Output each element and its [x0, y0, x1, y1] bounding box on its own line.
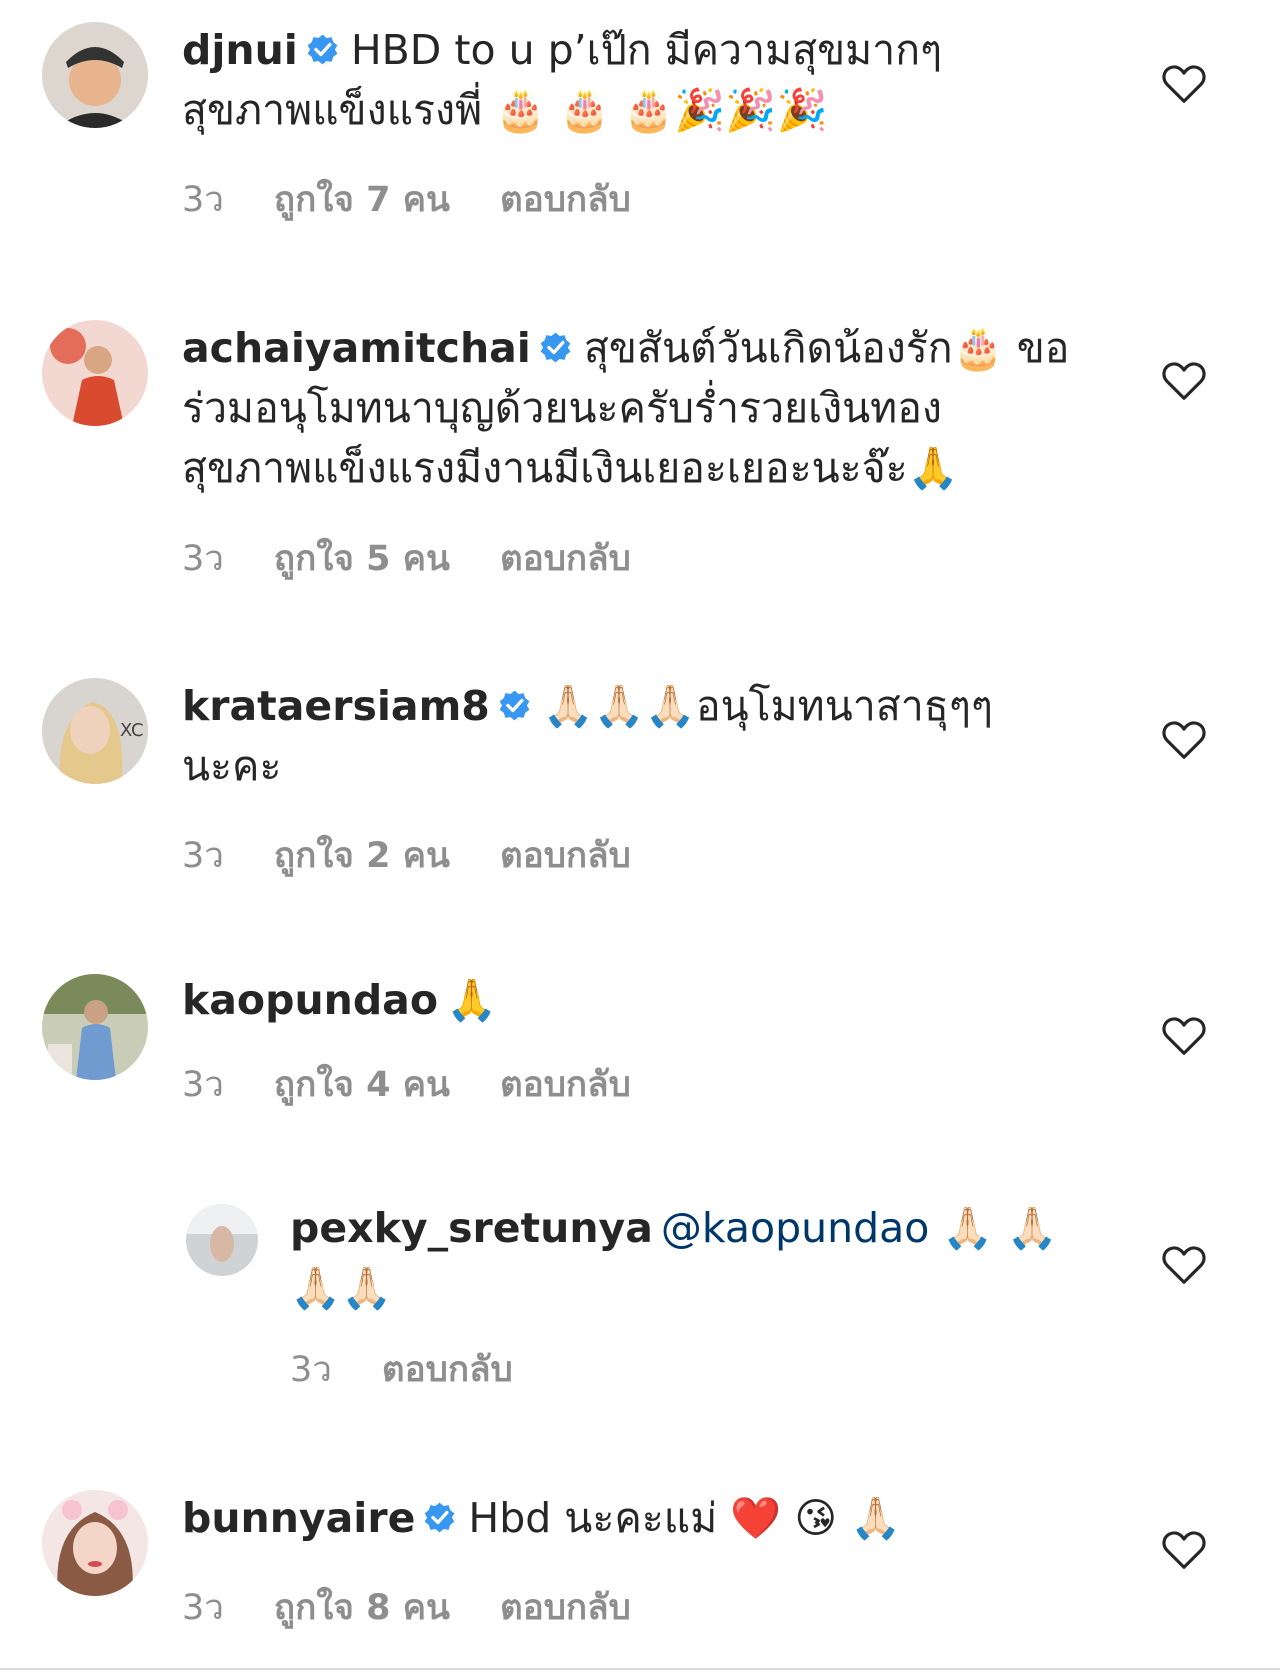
timestamp: 3ว	[182, 180, 224, 220]
heart-outline-icon[interactable]	[1162, 1016, 1206, 1056]
comments-list: djnui HBD to u p’เป๊ก มีความสุขมากๆ สุขภา…	[0, 0, 1280, 1677]
verified-badge-icon	[307, 34, 338, 65]
avatar[interactable]	[42, 320, 148, 426]
comment-text-block: djnui HBD to u p’เป๊ก มีความสุขมากๆ สุขภา…	[182, 20, 1082, 140]
reply-button[interactable]: ตอบกลับ	[500, 539, 631, 579]
reply-button[interactable]: ตอบกลับ	[500, 180, 631, 220]
comment-text-block: krataersiam8 🙏🏻🙏🏻🙏🏻อนุโมทนาสาธุๆๆ นะคะ	[182, 676, 1082, 796]
verified-badge-icon	[499, 690, 530, 721]
username[interactable]: djnui	[182, 26, 298, 74]
comment-text: Hbd นะคะแม่ ❤️ 😘 🙏🏻	[468, 1494, 902, 1542]
timestamp: 3ว	[182, 1065, 224, 1105]
timestamp: 3ว	[290, 1350, 332, 1390]
comment-text: 🙏	[446, 976, 498, 1024]
reply-button[interactable]: ตอบกลับ	[500, 1588, 631, 1628]
mention-link[interactable]: @kaopundao	[661, 1204, 929, 1252]
username[interactable]: pexky_sretunya	[290, 1204, 653, 1252]
comment-text-block: bunnyaire Hbd นะคะแม่ ❤️ 😘 🙏🏻	[182, 1488, 1082, 1548]
avatar[interactable]	[42, 1490, 148, 1596]
avatar[interactable]	[186, 1204, 258, 1276]
heart-outline-icon[interactable]	[1162, 1530, 1206, 1570]
avatar[interactable]	[42, 974, 148, 1080]
comment-meta: 3ว ถูกใจ 2 คน ตอบกลับ	[182, 828, 681, 883]
username[interactable]: bunnyaire	[182, 1494, 415, 1542]
verified-badge-icon	[425, 1502, 455, 1533]
svg-text:XC: XC	[120, 720, 144, 741]
likes-count[interactable]: ถูกใจ 8 คน	[274, 1588, 450, 1628]
avatar[interactable]	[42, 22, 148, 128]
comment-text-block: kaopundao 🙏	[182, 970, 1082, 1030]
likes-count[interactable]: ถูกใจ 4 คน	[274, 1065, 450, 1105]
comment-meta: 3ว ถูกใจ 4 คน ตอบกลับ	[182, 1057, 681, 1112]
timestamp: 3ว	[182, 836, 224, 876]
comment-meta: 3ว ถูกใจ 5 คน ตอบกลับ	[182, 531, 681, 586]
verified-badge-icon	[540, 332, 571, 363]
timestamp: 3ว	[182, 1588, 224, 1628]
reply-button[interactable]: ตอบกลับ	[382, 1350, 513, 1390]
comment-text-block: pexky_sretunya @kaopundao 🙏🏻 🙏🏻🙏🏻🙏🏻	[290, 1198, 1070, 1318]
comment-text-block: achaiyamitchai สุขสันต์วันเกิดน้องรัก🎂 ขอ…	[182, 318, 1082, 498]
reply-button[interactable]: ตอบกลับ	[500, 836, 631, 876]
comment-meta: 3ว ถูกใจ 8 คน ตอบกลับ	[182, 1580, 681, 1635]
username[interactable]: achaiyamitchai	[182, 324, 531, 372]
likes-count[interactable]: ถูกใจ 2 คน	[274, 836, 450, 876]
avatar[interactable]: XC	[42, 678, 148, 784]
heart-outline-icon[interactable]	[1162, 64, 1206, 104]
likes-count[interactable]: ถูกใจ 7 คน	[274, 180, 450, 220]
comment-meta: 3ว ถูกใจ 7 คน ตอบกลับ	[182, 172, 681, 227]
heart-outline-icon[interactable]	[1162, 361, 1206, 401]
likes-count[interactable]: ถูกใจ 5 คน	[274, 539, 450, 579]
username[interactable]: krataersiam8	[182, 682, 490, 730]
divider	[0, 1668, 1280, 1670]
username[interactable]: kaopundao	[182, 976, 438, 1024]
heart-outline-icon[interactable]	[1162, 720, 1206, 760]
comment-meta: 3ว ตอบกลับ	[290, 1342, 563, 1397]
reply-button[interactable]: ตอบกลับ	[500, 1065, 631, 1105]
heart-outline-icon[interactable]	[1162, 1245, 1206, 1285]
timestamp: 3ว	[182, 539, 224, 579]
